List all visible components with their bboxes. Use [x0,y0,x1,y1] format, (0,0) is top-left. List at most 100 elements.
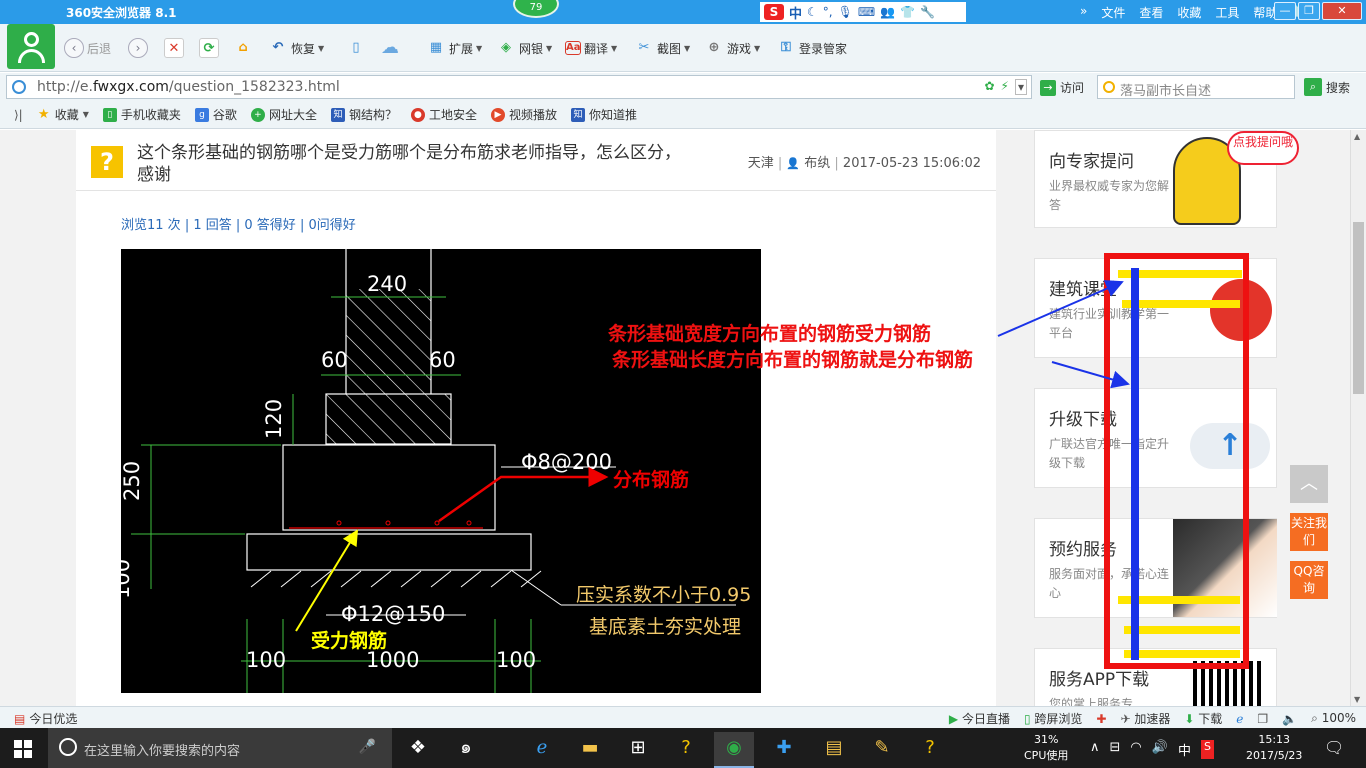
caret-icon: ▼ [546,43,553,53]
tray-expand-icon[interactable]: ∧ [1090,740,1100,759]
bookmark-video[interactable]: ▶ 视频播放 [490,106,557,123]
scroll-up-icon[interactable]: ▲ [1354,132,1360,141]
menu-view[interactable]: 查看 [1139,4,1163,21]
home-button[interactable]: ⌂ [233,36,253,60]
windows-start-icon[interactable] [14,740,32,758]
window-icon[interactable]: ❐ [1257,712,1268,726]
menu-favorites[interactable]: 收藏 [1177,4,1201,21]
taskbar-clock[interactable]: 15:13 2017/5/23 [1246,732,1302,764]
cross-screen-button[interactable]: ▯ 跨屏浏览 [1024,710,1082,727]
close-button[interactable]: ✕ [1322,2,1362,20]
taskbar-search[interactable]: 在这里输入你要搜索的内容 🎤 [48,728,392,768]
vertical-scrollbar[interactable]: ▲ ▼ [1350,130,1366,706]
back-to-top-button[interactable]: ︿ [1290,465,1328,503]
phone-button[interactable]: ▯ [346,36,366,60]
download-button[interactable]: ⬇ 下载 [1184,710,1222,727]
restore-button[interactable]: ↶ 恢复 ▼ [268,36,325,60]
live-button[interactable]: ▶ 今日直播 [949,710,1010,727]
sogou-icon[interactable]: S [764,4,784,20]
menu-tools[interactable]: 工具 [1215,4,1239,21]
sogou-tray-icon[interactable]: S [1200,740,1214,759]
mic-icon[interactable]: 🎙 [838,5,853,19]
search-button[interactable]: ⌕ 搜索 [1304,78,1350,96]
edge-icon[interactable]: ℯ [522,732,562,768]
search-engine-icon [1103,81,1115,93]
ime-toolbar[interactable]: S 中 ☾ °, 🎙 ⌨ 👥 👕 🔧 [760,2,966,22]
punctuation-icon[interactable]: °, [823,5,833,19]
volume-icon[interactable]: 🔊 [1152,740,1168,759]
netbank-button[interactable]: ◈ 网银 ▼ [496,36,552,60]
visit-button[interactable]: → 访问 [1040,79,1084,96]
cloud-button[interactable]: ☁ [380,36,400,60]
address-row: http://e.fwxgx.com/question_1582323.html… [0,73,1366,101]
qq-consult-button[interactable]: QQ咨询 [1290,561,1328,599]
help-app-icon-2[interactable]: ? [910,732,950,768]
taskbar-search-placeholder: 在这里输入你要搜索的内容 [84,744,241,759]
stop-button[interactable]: ✕ [164,36,184,60]
bookmark-know[interactable]: 知你知道推 [571,106,637,123]
user-icon[interactable]: 👥 [880,5,895,19]
browser-360-icon[interactable]: ◉ [714,732,754,768]
today-picks[interactable]: ▤ 今日优选 [14,710,77,727]
bookmark-google[interactable]: g 谷歌 [194,106,237,123]
bookmark-safety[interactable]: ● 工地安全 [410,106,477,123]
forward-button[interactable]: › [128,36,148,60]
cpu-usage[interactable]: 31% CPU使用 [1024,732,1068,764]
wifi-icon[interactable]: ◠ [1130,740,1141,759]
translate-button[interactable]: Aa 翻译 ▼ [565,36,617,60]
scroll-arrows-icon[interactable]: » [1080,4,1087,21]
url-text[interactable]: http://e.fwxgx.com/question_1582323.html [37,79,340,95]
lightning-icon[interactable]: ⚡ [1001,79,1009,95]
notes-app-icon[interactable]: ▤ [814,732,854,768]
help-app-icon[interactable]: ? [666,732,706,768]
skin-icon[interactable]: 👕 [900,5,915,19]
scroll-thumb[interactable] [1353,222,1364,394]
dropdown-icon[interactable]: ▾ [1014,79,1027,95]
notification-icon[interactable]: 🗨 [1324,738,1344,757]
editor-app-icon[interactable]: ✎ [862,732,902,768]
plus-icon: + [250,107,265,122]
health-icon[interactable]: ✚ [1096,712,1106,726]
sidebar-toggle-icon[interactable]: ⟩| [14,108,23,122]
bookmark-mobile[interactable]: ▯ 手机收藏夹 [102,106,181,123]
back-button[interactable]: ‹ 后退 [64,36,111,60]
accelerator-button[interactable]: ✈ 加速器 [1120,710,1170,727]
menu-file[interactable]: 文件 [1101,4,1125,21]
app-plus-icon[interactable]: ✚ [764,732,804,768]
network-device-icon[interactable]: ⊟ [1110,740,1121,759]
mic-icon[interactable]: 🎤 [359,739,376,755]
bookmark-steel[interactable]: 知钢结构？ [330,106,397,123]
login-button[interactable]: ⚿ 登录管家 [776,36,847,60]
store-icon[interactable]: ⊞ [618,732,658,768]
volume-icon[interactable]: 🔈 [1282,712,1297,726]
user-avatar-icon[interactable] [7,24,55,69]
tray-ime[interactable]: 中 [1178,740,1191,759]
refresh-button[interactable]: ⟳ [199,36,219,60]
scroll-down-icon[interactable]: ▼ [1354,695,1360,704]
secure-icon[interactable]: ✿ [984,79,994,95]
browser-title-bar: 360安全浏览器 8.1 79 S 中 ☾ °, 🎙 ⌨ 👥 👕 🔧 » 文件 … [0,0,1366,24]
minimize-button[interactable]: — [1274,2,1296,20]
app-spiral-icon[interactable]: ๑ [446,732,486,768]
maximize-button[interactable]: ❐ [1298,2,1320,20]
task-view-icon[interactable]: ❖ [398,732,438,768]
url-input[interactable]: http://e.fwxgx.com/question_1582323.html… [6,75,1032,99]
bookmark-favorites[interactable]: ★ 收藏 ▼ [37,106,89,123]
zoom-control[interactable]: ⌕ 100% [1311,711,1356,726]
phone-icon: ▯ [352,40,360,55]
gamepad-icon: ⊕ [708,40,720,55]
speed-badge[interactable]: 79 [513,0,559,18]
games-button[interactable]: ⊕ 游戏 ▼ [704,36,761,60]
search-input[interactable]: 落马副市长自述 [1097,75,1295,99]
screenshot-button[interactable]: ✂ 截图 ▼ [634,36,691,60]
bookmark-sites[interactable]: + 网址大全 [250,106,317,123]
file-explorer-icon[interactable]: ▬ [570,732,610,768]
keyboard-icon[interactable]: ⌨ [858,5,875,19]
ime-mode[interactable]: 中 [789,3,802,22]
follow-us-button[interactable]: 关注我们 [1290,513,1328,551]
wrench-icon[interactable]: 🔧 [920,5,935,19]
zhidao-icon: 知 [330,107,345,122]
extend-button[interactable]: ▦ 扩展 ▼ [426,36,482,60]
ie-icon[interactable]: ℯ [1236,712,1243,726]
moon-icon[interactable]: ☾ [807,5,818,19]
